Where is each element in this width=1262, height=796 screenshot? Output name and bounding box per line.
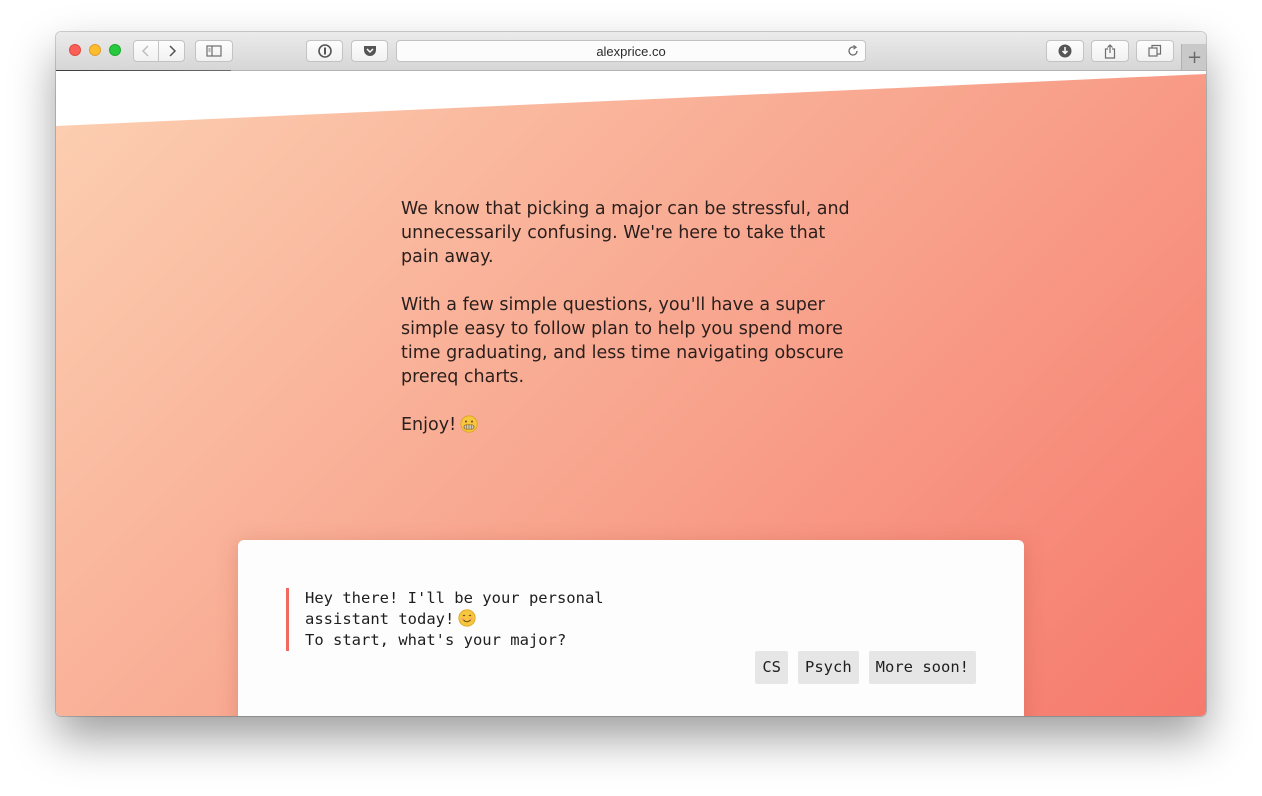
- bot-message-line-3: To start, what's your major?: [305, 631, 567, 649]
- browser-toolbar: alexprice.co +: [56, 32, 1206, 74]
- back-button[interactable]: [133, 40, 159, 62]
- chevron-left-icon: [141, 45, 149, 57]
- close-window-button[interactable]: [69, 44, 81, 56]
- password-manager-icon: [317, 44, 332, 58]
- intro-paragraph-1: We know that picking a major can be stre…: [401, 199, 850, 267]
- bot-message-line-1: Hey there! I'll be your personal: [305, 589, 604, 607]
- choice-cs-button[interactable]: CS: [755, 651, 788, 684]
- chevron-right-icon: [168, 45, 176, 57]
- chat-card: Hey there! I'll be your personal assista…: [238, 540, 1024, 716]
- bot-message-line-2: assistant today!: [305, 610, 455, 628]
- major-choices: CS Psych More soon!: [755, 651, 976, 684]
- intro-closing: Enjoy!: [401, 413, 861, 437]
- downloads-button[interactable]: [1046, 40, 1084, 62]
- intro-text: We know that picking a major can be stre…: [401, 197, 861, 461]
- reload-icon[interactable]: [845, 43, 861, 59]
- bot-message: Hey there! I'll be your personal assista…: [286, 588, 665, 651]
- zoom-window-button[interactable]: [109, 44, 121, 56]
- sidebar-icon: [206, 45, 222, 57]
- minimize-window-button[interactable]: [89, 44, 101, 56]
- page-content: We know that picking a major can be stre…: [56, 71, 1206, 716]
- password-manager-button[interactable]: [306, 40, 343, 62]
- smiling-face-icon: [458, 609, 476, 627]
- share-icon: [1104, 43, 1116, 59]
- show-tabs-button[interactable]: [1136, 40, 1174, 62]
- browser-window: alexprice.co + We know that picking a ma…: [56, 32, 1206, 716]
- choice-more-soon-button[interactable]: More soon!: [868, 651, 976, 684]
- grimacing-face-icon: [460, 415, 478, 433]
- tabs-overview-icon: [1148, 44, 1162, 57]
- new-tab-button[interactable]: +: [1181, 44, 1206, 70]
- pocket-button[interactable]: [351, 40, 388, 62]
- choice-psych-button[interactable]: Psych: [798, 651, 859, 684]
- url-text: alexprice.co: [596, 43, 666, 59]
- share-button[interactable]: [1091, 40, 1129, 62]
- address-bar[interactable]: alexprice.co: [396, 40, 866, 62]
- sidebar-toggle-button[interactable]: [195, 40, 233, 62]
- intro-closing-text: Enjoy!: [401, 415, 457, 435]
- intro-paragraph-2: With a few simple questions, you'll have…: [401, 295, 844, 387]
- forward-button[interactable]: [158, 40, 185, 62]
- download-icon: [1058, 44, 1072, 58]
- pocket-icon: [363, 46, 376, 56]
